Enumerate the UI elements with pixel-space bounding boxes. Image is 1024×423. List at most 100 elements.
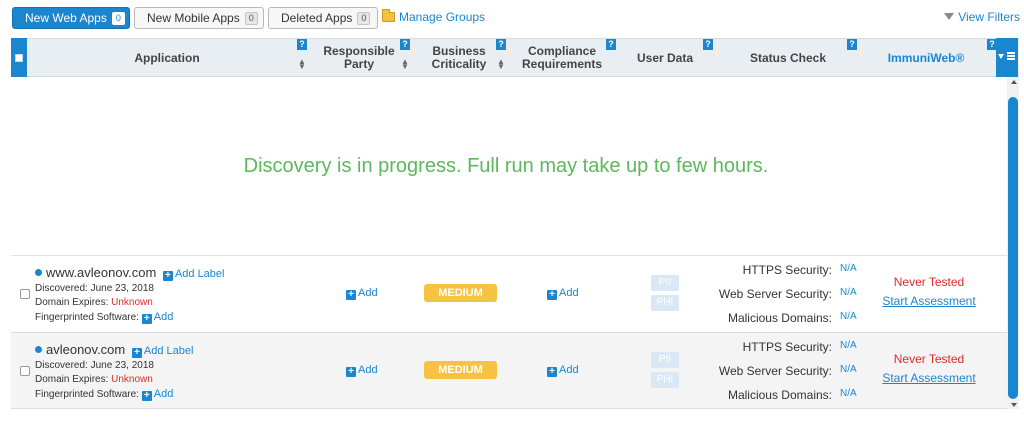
column-title: Business Criticality — [431, 44, 487, 71]
status-label: Malicious Domains: — [727, 388, 832, 402]
tab-new-web-apps[interactable]: New Web Apps 0 — [12, 7, 130, 29]
add-text: Add — [153, 388, 174, 400]
expires-value: Unknown — [111, 297, 153, 308]
plus-icon: + — [141, 314, 152, 324]
tab-deleted-apps[interactable]: Deleted Apps 0 — [268, 7, 378, 29]
software-add-link[interactable]: + Add — [141, 311, 174, 324]
sort-icon[interactable]: ▲ ▼ — [298, 58, 306, 71]
column-menu-button[interactable] — [996, 38, 1018, 77]
tab-label: Deleted Apps — [281, 11, 353, 25]
software-label: Fingerprinted Software: — [35, 312, 139, 323]
status-label: Malicious Domains: — [727, 311, 832, 325]
help-icon[interactable]: ? — [606, 39, 616, 50]
expires-label: Domain Expires: — [35, 297, 109, 308]
add-label-link[interactable]: + Add Label — [162, 268, 225, 281]
plus-icon: + — [131, 348, 142, 358]
column-title: ImmuniWeb® — [887, 50, 965, 65]
table-row: www.avleonov.com + Add Label Discovered: … — [11, 255, 1007, 332]
row-checkbox[interactable] — [20, 366, 30, 376]
menu-icon — [1007, 52, 1015, 60]
discovered-date: Discovered: June 23, 2018 — [35, 360, 154, 371]
plus-icon: + — [162, 271, 173, 281]
column-header-immuniweb[interactable]: ImmuniWeb® ? — [863, 39, 997, 77]
plus-icon: + — [346, 367, 356, 377]
app-domain[interactable]: avleonov.com — [46, 342, 125, 357]
filter-icon — [944, 13, 955, 20]
plus-icon: + — [141, 391, 152, 401]
help-icon[interactable]: ? — [703, 39, 713, 50]
column-header-user-data[interactable]: User Data ? — [617, 39, 713, 77]
table-header: Application ? ▲ ▼ Responsible Party ? ▲ ▼ … — [11, 38, 1019, 77]
sort-icon[interactable]: ▲ ▼ — [497, 58, 505, 71]
help-icon[interactable]: ? — [847, 39, 857, 50]
status-label: HTTPS Security: — [742, 340, 832, 354]
software-label: Fingerprinted Software: — [35, 389, 139, 400]
sort-icon[interactable]: ▲ ▼ — [401, 58, 409, 71]
status-dot-icon — [35, 346, 42, 353]
add-text: Add — [559, 364, 579, 376]
folder-icon — [382, 9, 395, 22]
software-add-link[interactable]: + Add — [141, 388, 174, 401]
tab-label: New Web Apps — [25, 11, 107, 25]
domain-expires: Domain Expires: Unknown — [35, 296, 305, 310]
column-title: Responsible Party — [323, 44, 395, 71]
column-header-application[interactable]: Application ? ▲ ▼ — [27, 39, 307, 77]
add-label-text: Add Label — [174, 268, 225, 280]
status-value: N/A — [840, 263, 857, 274]
phi-tag[interactable]: PHI — [651, 295, 679, 311]
view-filters-label: View Filters — [958, 10, 1020, 24]
status-value: N/A — [840, 311, 857, 322]
status-label: HTTPS Security: — [742, 263, 832, 277]
count-badge: 0 — [357, 12, 371, 25]
help-icon[interactable]: ? — [400, 39, 410, 50]
pii-tag[interactable]: PII — [651, 352, 679, 368]
start-assessment-link[interactable]: Start Assessment — [873, 371, 985, 385]
column-title: Status Check — [749, 50, 827, 65]
status-value: N/A — [840, 340, 857, 351]
status-label: Web Server Security: — [718, 364, 832, 378]
application-cell: www.avleonov.com + Add Label Discovered: … — [35, 265, 305, 325]
expires-value: Unknown — [111, 374, 153, 385]
select-all-cell — [11, 38, 27, 77]
column-title: User Data — [636, 50, 694, 65]
add-label-link[interactable]: + Add Label — [131, 345, 194, 358]
column-title: Compliance Requirements — [521, 44, 603, 71]
phi-tag[interactable]: PHI — [651, 372, 679, 388]
compliance-add-link[interactable]: + Add — [547, 287, 579, 300]
tab-new-mobile-apps[interactable]: New Mobile Apps 0 — [134, 7, 264, 29]
manage-groups-link[interactable]: Manage Groups — [382, 9, 485, 24]
responsible-party-add-link[interactable]: + Add — [346, 287, 378, 300]
plus-icon: + — [547, 290, 557, 300]
help-icon[interactable]: ? — [297, 39, 307, 50]
scroll-up-icon[interactable] — [1011, 80, 1017, 84]
app-domain[interactable]: www.avleonov.com — [46, 265, 156, 280]
caret-down-icon — [998, 54, 1004, 59]
tab-bar: New Web Apps 0 New Mobile Apps 0 Deleted A… — [0, 0, 1024, 38]
column-header-compliance-requirements[interactable]: Compliance Requirements ? — [507, 39, 617, 77]
column-header-business-criticality[interactable]: Business Criticality ? ▲ ▼ — [411, 39, 507, 77]
compliance-add-link[interactable]: + Add — [547, 364, 579, 377]
discovered-date: Discovered: June 23, 2018 — [35, 283, 154, 294]
responsible-party-add-link[interactable]: + Add — [346, 364, 378, 377]
help-icon[interactable]: ? — [496, 39, 506, 50]
domain-expires: Domain Expires: Unknown — [35, 373, 305, 387]
tab-label: New Mobile Apps — [147, 11, 240, 25]
scroll-down-icon[interactable] — [1011, 403, 1017, 407]
start-assessment-link[interactable]: Start Assessment — [873, 294, 985, 308]
immuniweb-cell: Never Tested Start Assessment — [873, 256, 985, 332]
expires-label: Domain Expires: — [35, 374, 109, 385]
add-text: Add — [153, 311, 174, 323]
scrollbar-thumb[interactable] — [1008, 97, 1018, 399]
column-header-responsible-party[interactable]: Responsible Party ? ▲ ▼ — [307, 39, 411, 77]
add-label-text: Add Label — [143, 345, 194, 357]
pii-tag[interactable]: PII — [651, 275, 679, 291]
table-row: avleonov.com + Add Label Discovered: June… — [11, 332, 1007, 409]
criticality-badge[interactable]: MEDIUM — [424, 284, 497, 302]
plus-icon: + — [346, 290, 356, 300]
status-value: N/A — [840, 287, 857, 298]
column-header-status-check[interactable]: Status Check ? — [713, 39, 863, 77]
select-all-checkbox[interactable] — [15, 53, 23, 62]
row-checkbox[interactable] — [20, 289, 30, 299]
view-filters-link[interactable]: View Filters — [944, 10, 1020, 24]
criticality-badge[interactable]: MEDIUM — [424, 361, 497, 379]
